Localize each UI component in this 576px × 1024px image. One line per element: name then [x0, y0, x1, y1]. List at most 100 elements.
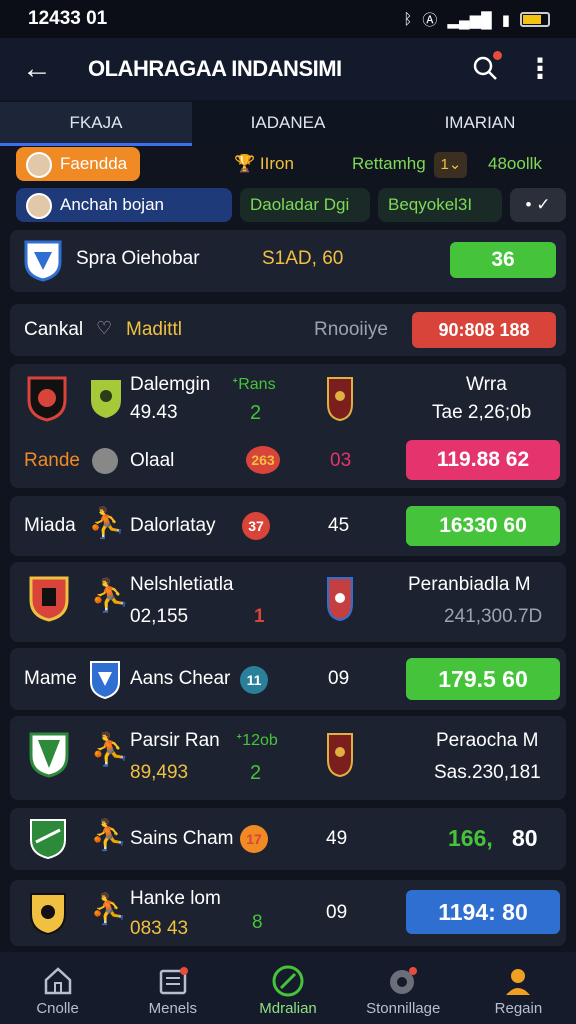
home-icon: [0, 962, 115, 1000]
chip-label: IIron: [259, 154, 294, 173]
nav-label: Stonnillage: [366, 1000, 441, 1017]
odds-pill[interactable]: 90:808 188: [412, 312, 556, 348]
match-row[interactable]: Spra Oiehobar S1AD, 60 36: [10, 230, 566, 292]
back-arrow-icon[interactable]: ←: [22, 52, 52, 86]
chip-faendda[interactable]: Faendda: [16, 147, 140, 181]
search-icon[interactable]: [472, 51, 502, 81]
team-badge-icon: [29, 732, 69, 778]
nav-cnolle[interactable]: Cnolle: [0, 952, 115, 1024]
page-title: OLAHRAGAA INDANSIMI: [88, 56, 342, 81]
nav-mdralian[interactable]: Mdralian: [230, 952, 345, 1024]
status-icons: ᛒ Ⓐ ▂▄▆█ ▮: [403, 9, 550, 30]
match-row[interactable]: ⛹ Hanke lom 083 43 8 09 1194: 80: [10, 880, 566, 946]
tab-fkaja[interactable]: FKAJA: [0, 102, 192, 146]
market-label: Wrra: [466, 374, 507, 395]
market-value: 241,300.7D: [444, 606, 543, 627]
sport-icon: [230, 962, 345, 1000]
team-name: Madittl: [126, 319, 182, 340]
stats-icon: [346, 962, 461, 1000]
match-row[interactable]: ⛹ Nelshletiatla 02,155 1 Peranbiadla M 2…: [10, 562, 566, 642]
count-badge: 37: [242, 512, 270, 540]
change-label: ᐩRans: [232, 376, 276, 393]
row-label: Rnooiiye: [314, 319, 388, 340]
chip-rettamhg[interactable]: Rettamhg 1⌄: [342, 147, 477, 181]
signal-icon: ▂▄▆█: [447, 11, 492, 29]
market-value: Sas.230,181: [434, 762, 541, 783]
score: 2: [250, 762, 262, 784]
team-badge-icon: [30, 819, 66, 860]
team-badge-icon: [91, 380, 121, 418]
nav-label: Regain: [494, 1000, 543, 1017]
count-badge: 17: [240, 825, 268, 853]
match-row[interactable]: Cankal ♡ Madittl Rnooiiye 90:808 188: [10, 304, 566, 356]
team-stat: 02,155: [130, 606, 189, 627]
team-badge-icon: [29, 576, 69, 622]
nav-menels[interactable]: Menels: [115, 952, 230, 1024]
chip-iiron[interactable]: 🏆 IIron: [224, 147, 304, 181]
bottom-nav: Cnolle Menels Mdralian Stonnillage Regai…: [0, 952, 576, 1024]
nav-stonnillage[interactable]: Stonnillage: [346, 952, 461, 1024]
score: S1AD, 60: [262, 248, 344, 269]
team-stat: 083 43: [130, 918, 189, 939]
chip-check[interactable]: • ✓: [510, 188, 566, 222]
score: 1: [254, 606, 265, 627]
team-badge-icon: [24, 240, 62, 282]
odds-pill[interactable]: 1194: 80: [406, 890, 560, 934]
match-row[interactable]: Miada ⛹ Dalorlatay 37 45 16330 60: [10, 496, 566, 556]
odds-pill[interactable]: 36: [450, 242, 556, 278]
score: 8: [252, 912, 263, 933]
team-name: Aans Chear: [130, 668, 231, 689]
team-badge-icon: [327, 377, 353, 422]
team-badge-icon: [327, 577, 353, 622]
avatar: [26, 192, 52, 219]
player-icon: ⛹: [90, 577, 130, 613]
nav-label: Menels: [148, 1000, 197, 1017]
player-icon: ⛹: [90, 819, 128, 852]
more-vert-icon[interactable]: ⋮: [526, 52, 554, 85]
bluetooth-icon: ᛒ: [403, 11, 413, 28]
match-row[interactable]: ⛹ Sains Cham 17 49 166, 80: [10, 808, 566, 870]
team-name: Sains Cham: [130, 828, 234, 849]
team-stat: 49.43: [130, 402, 178, 423]
team-name: Hanke lom: [130, 888, 221, 909]
row-label: Rande: [24, 450, 80, 471]
market-label: Peranbiadla M: [408, 574, 531, 595]
nav-regain[interactable]: Regain: [461, 952, 576, 1024]
team-badge-icon: [90, 661, 120, 700]
team-name: Nelshletiatla: [130, 574, 234, 595]
tab-bar: FKAJA IADANEA IMARIAN: [0, 102, 576, 146]
heart-icon[interactable]: ♡: [96, 318, 112, 339]
count-badge: 11: [240, 666, 268, 694]
chip-daoladar[interactable]: Daoladar Dgi: [240, 188, 370, 222]
nav-label: Cnolle: [36, 1000, 79, 1017]
chip-dropdown[interactable]: 1⌄: [434, 152, 468, 178]
row-label: Mame: [24, 668, 77, 689]
chip-48oollk[interactable]: 48oollk: [478, 147, 552, 181]
match-count: 49: [326, 828, 348, 849]
market-label: Peraocha M: [436, 730, 539, 751]
team-name: Dalemgin: [130, 374, 211, 395]
ball-icon: [92, 448, 118, 474]
team-badge-icon: [327, 733, 353, 778]
trophy-icon: 🏆: [234, 154, 256, 173]
odds-pill[interactable]: 119.88 62: [406, 440, 560, 480]
match-row[interactable]: ⛹ Parsir Ran 89,493 ᐩ12ob 2 Peraocha M S…: [10, 716, 566, 800]
odds-value[interactable]: 166,: [448, 825, 493, 852]
chip-label: Rettamhg: [352, 154, 426, 173]
team-name: Olaal: [130, 450, 175, 471]
filter-chips-row-1: Faendda 🏆 IIron Rettamhg 1⌄ 48oollk: [0, 146, 576, 186]
match-row[interactable]: Mame Aans Chear 11 09 179.5 60: [10, 648, 566, 710]
odds-pill[interactable]: 16330 60: [406, 506, 560, 546]
odds-pill[interactable]: 179.5 60: [406, 658, 560, 700]
player-icon: ⛹: [90, 893, 128, 926]
tab-iadanea[interactable]: IADANEA: [192, 102, 384, 146]
player-icon: ⛹: [88, 507, 126, 540]
tab-imarian[interactable]: IMARIAN: [384, 102, 576, 146]
odds-value[interactable]: 80: [512, 825, 538, 852]
match-row[interactable]: Dalemgin 49.43 ᐩRans 2 Wrra Tae 2,26;0b …: [10, 364, 566, 488]
team-name: Parsir Ran: [130, 730, 220, 751]
chip-anchah-bojan[interactable]: Anchah bojan: [16, 188, 232, 222]
news-icon: [115, 962, 230, 1000]
nav-label: Mdralian: [259, 1000, 317, 1017]
chip-beqyokel[interactable]: Beqyokel3I: [378, 188, 502, 222]
